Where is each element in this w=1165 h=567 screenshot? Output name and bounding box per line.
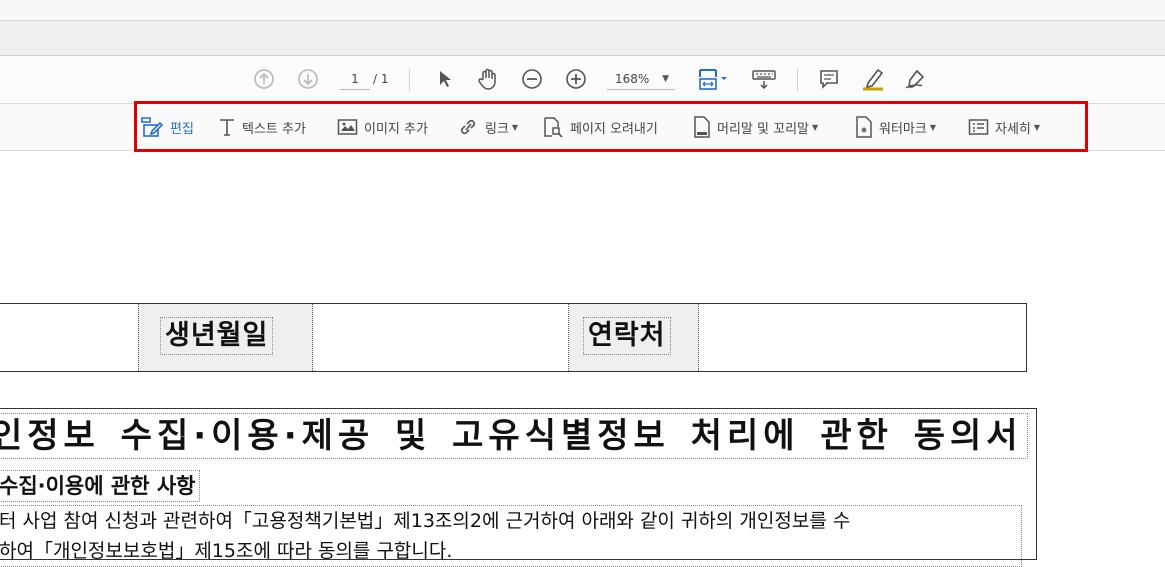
comment-button[interactable] — [816, 66, 842, 92]
document-body-text: 터 사업 참여 신청과 관련하여「고용정책기본법」제13조의2에 근거하여 아래… — [0, 505, 1022, 567]
highlighter-icon — [863, 68, 884, 91]
page-number-input[interactable]: 1 — [340, 69, 370, 90]
tab-bar — [0, 21, 1165, 56]
pen-sign-icon — [905, 69, 925, 89]
scroll-mode-button[interactable] — [750, 66, 778, 92]
highlight-button[interactable] — [859, 66, 887, 92]
section-subtitle: 수집·이용에 관한 사항 — [0, 470, 201, 502]
page-total-label: / 1 — [373, 72, 389, 86]
hand-icon — [478, 68, 496, 90]
navigation-toolbar: 1 / 1 168% ▼ — [0, 56, 1165, 104]
toolbar-separator — [409, 68, 410, 92]
contact-label: 연락처 — [583, 317, 671, 355]
birthdate-label: 생년월일 — [160, 317, 274, 355]
zoom-value: 168% — [615, 72, 650, 86]
body-line: 하여「개인정보보호법」제15조에 따라 동의를 구합니다. — [0, 540, 453, 562]
zoom-out-button[interactable] — [520, 66, 544, 92]
toolbar-separator — [797, 68, 798, 92]
select-tool-button[interactable] — [434, 66, 456, 92]
zoom-select[interactable]: 168% ▼ — [607, 69, 675, 90]
table-divider — [312, 304, 313, 371]
zoom-in-button[interactable] — [564, 66, 588, 92]
plus-circle-icon — [566, 69, 586, 89]
hand-tool-button[interactable] — [475, 66, 501, 92]
body-line: 터 사업 참여 신청과 관련하여「고용정책기본법」제13조의2에 근거하여 아래… — [0, 510, 851, 532]
table-divider — [698, 304, 699, 371]
cursor-arrow-icon — [440, 71, 451, 87]
chevron-down-icon: ▼ — [662, 74, 669, 84]
info-table: 생년월일 연락처 — [0, 303, 1027, 372]
fit-width-icon — [699, 69, 727, 90]
comment-icon — [820, 70, 838, 89]
arrow-up-circle-icon — [254, 69, 274, 89]
keyboard-scroll-icon — [752, 70, 776, 90]
previous-page-button[interactable] — [252, 66, 276, 92]
next-page-button[interactable] — [296, 66, 320, 92]
sign-button[interactable] — [902, 66, 930, 92]
toolbar-highlight-box — [134, 101, 1088, 152]
minus-circle-icon — [522, 69, 542, 89]
document-title: 인정보 수집·이용·제공 및 고유식별정보 처리에 관한 동의서 — [0, 413, 1028, 459]
fit-page-button[interactable] — [696, 66, 730, 92]
arrow-down-circle-icon — [298, 69, 318, 89]
title-bar-strip — [0, 0, 1165, 21]
